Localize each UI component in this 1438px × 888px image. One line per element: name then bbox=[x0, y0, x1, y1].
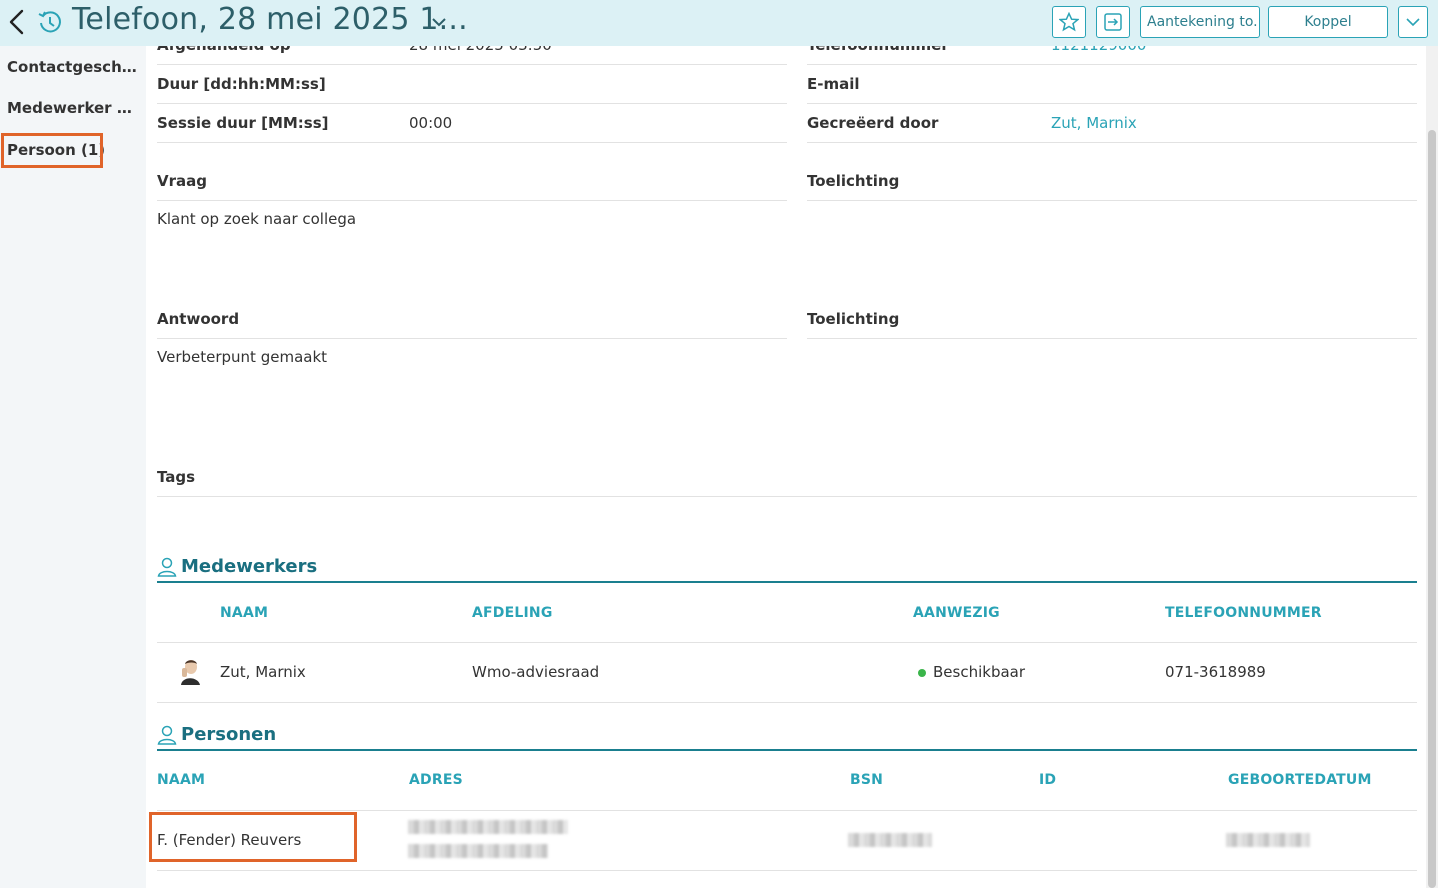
afgehandeld-value: 28 mei 2025 03:50 bbox=[409, 46, 552, 54]
duur-label: Duur [dd:hh:MM:ss] bbox=[157, 75, 326, 93]
chevron-down-icon bbox=[1406, 18, 1420, 27]
redacted-bsn bbox=[848, 833, 932, 847]
chevron-down-icon[interactable] bbox=[430, 14, 448, 30]
tags-label: Tags bbox=[157, 468, 196, 486]
detail-row-afgehandeld: Afgehandeld op 28 mei 2025 03:50 bbox=[157, 46, 787, 65]
vraag-label: Vraag bbox=[157, 172, 207, 190]
detail-row-gecreeerd: Gecreëerd door Zut, Marnix bbox=[807, 104, 1417, 143]
redacted-address-line2 bbox=[408, 844, 548, 858]
medewerkers-title-text: Medewerkers bbox=[181, 556, 318, 577]
medewerkers-section-title: Medewerkers bbox=[157, 556, 317, 577]
history-clock-icon bbox=[38, 11, 61, 33]
personen-title-text: Personen bbox=[181, 724, 277, 745]
telefoonnummer-label: Telefoonnummer bbox=[807, 46, 949, 54]
scrollbar-thumb[interactable] bbox=[1428, 130, 1436, 888]
status-dot-icon bbox=[918, 668, 926, 677]
more-options-button[interactable] bbox=[1398, 6, 1428, 38]
antwoord-label: Antwoord bbox=[157, 310, 240, 328]
sidebar: Contactgeschie... Medewerker (1) Persoon… bbox=[0, 46, 146, 888]
gecreeerd-value[interactable]: Zut, Marnix bbox=[1051, 114, 1137, 132]
col-geboortedatum[interactable]: GEBOORTEDATUM bbox=[1228, 772, 1372, 788]
col-id[interactable]: ID bbox=[1039, 772, 1056, 788]
divider bbox=[157, 702, 1417, 703]
divider bbox=[157, 810, 1417, 811]
telefoonnummer-value[interactable]: 1121129000 bbox=[1051, 46, 1146, 54]
favorite-button[interactable] bbox=[1052, 6, 1086, 38]
highlight-box bbox=[149, 812, 357, 862]
email-label: E-mail bbox=[807, 75, 860, 93]
toelichting1-label: Toelichting bbox=[807, 172, 900, 190]
page-title: Telefoon, 28 mei 2025 1... bbox=[72, 2, 468, 37]
main-content: Afgehandeld op 28 mei 2025 03:50 Telefoo… bbox=[146, 46, 1426, 888]
col-naam[interactable]: NAAM bbox=[220, 605, 268, 621]
antwoord-value: Verbeterpunt gemaakt bbox=[157, 348, 328, 366]
medewerker-aanwezig: Beschikbaar bbox=[918, 663, 1025, 681]
medewerker-telefoon: 071-3618989 bbox=[1165, 663, 1266, 681]
personen-divider bbox=[157, 749, 1417, 751]
col-adres[interactable]: ADRES bbox=[409, 772, 463, 788]
detail-row-sessie: Sessie duur [MM:ss] 00:00 bbox=[157, 104, 787, 143]
open-external-button[interactable] bbox=[1096, 6, 1130, 38]
sidebar-item-contactgeschiedenis[interactable]: Contactgeschie... bbox=[7, 58, 137, 76]
col-bsn[interactable]: BSN bbox=[850, 772, 883, 788]
note-button[interactable]: Aantekening to... bbox=[1140, 6, 1260, 38]
top-header: Telefoon, 28 mei 2025 1... Aantekening t… bbox=[0, 0, 1438, 46]
user-icon bbox=[157, 725, 177, 745]
divider bbox=[157, 642, 1417, 643]
medewerkers-divider bbox=[157, 581, 1417, 583]
aanwezig-text: Beschikbaar bbox=[933, 663, 1026, 681]
sidebar-item-medewerker[interactable]: Medewerker (1) bbox=[7, 99, 137, 117]
col-afdeling[interactable]: AFDELING bbox=[472, 605, 553, 621]
highlight-box bbox=[1, 133, 103, 168]
redacted-birthdate bbox=[1226, 833, 1310, 847]
koppel-button[interactable]: Koppel bbox=[1268, 6, 1388, 38]
medewerker-afdeling: Wmo-adviesraad bbox=[472, 663, 600, 681]
medewerker-naam[interactable]: Zut, Marnix bbox=[220, 663, 306, 681]
avatar bbox=[181, 660, 200, 685]
personen-section-title: Personen bbox=[157, 724, 276, 745]
col-aanwezig[interactable]: AANWEZIG bbox=[913, 605, 1000, 621]
vraag-value: Klant op zoek naar collega bbox=[157, 210, 357, 228]
detail-row-email: E-mail bbox=[807, 65, 1417, 104]
sessie-value: 00:00 bbox=[409, 114, 453, 132]
toelichting2-label: Toelichting bbox=[807, 310, 900, 328]
login-arrow-icon bbox=[1104, 13, 1122, 31]
redacted-address-line1 bbox=[408, 820, 568, 834]
back-arrow-icon[interactable] bbox=[6, 8, 28, 36]
star-icon bbox=[1059, 12, 1079, 32]
toelichting2-header: Toelichting bbox=[807, 300, 1417, 339]
divider bbox=[157, 870, 1417, 871]
antwoord-header: Antwoord bbox=[157, 300, 787, 339]
vraag-header: Vraag bbox=[157, 162, 787, 201]
col-naam[interactable]: NAAM bbox=[157, 772, 205, 788]
sessie-label: Sessie duur [MM:ss] bbox=[157, 114, 329, 132]
afgehandeld-label: Afgehandeld op bbox=[157, 46, 291, 54]
toelichting1-header: Toelichting bbox=[807, 162, 1417, 201]
detail-row-duur: Duur [dd:hh:MM:ss] bbox=[157, 65, 787, 104]
gecreeerd-label: Gecreëerd door bbox=[807, 114, 939, 132]
detail-row-telefoonnummer: Telefoonnummer 1121129000 bbox=[807, 46, 1417, 65]
tags-header: Tags bbox=[157, 458, 1417, 497]
user-icon bbox=[157, 557, 177, 577]
col-telefoonnummer[interactable]: TELEFOONNUMMER bbox=[1165, 605, 1322, 621]
